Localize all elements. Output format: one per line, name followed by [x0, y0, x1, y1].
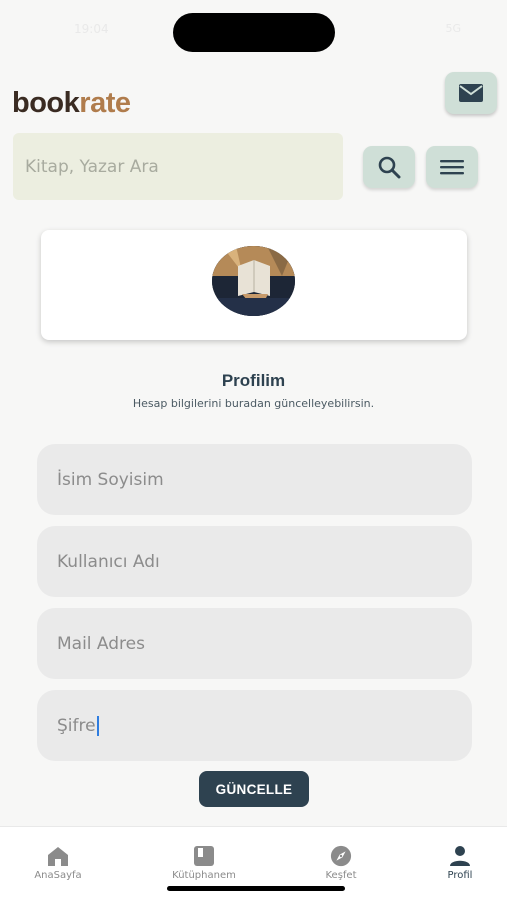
tab-profile-label: Profil	[447, 870, 473, 881]
search-placeholder: Kitap, Yazar Ara	[25, 156, 159, 177]
update-button[interactable]: GÜNCELLE	[199, 771, 309, 807]
tab-library[interactable]: Kütüphanem	[154, 845, 254, 881]
username-placeholder: Kullanıcı Adı	[57, 551, 160, 572]
mail-icon	[459, 84, 483, 102]
home-indicator	[167, 886, 345, 891]
avatar-image	[212, 246, 295, 316]
tab-discover-label: Keşfet	[325, 870, 357, 881]
avatar[interactable]	[212, 246, 295, 316]
home-icon	[48, 847, 68, 866]
status-signal: 5G	[445, 22, 461, 35]
compass-icon	[330, 845, 352, 867]
email-field[interactable]: Mail Adres	[37, 608, 472, 679]
app-logo: bookrate	[12, 84, 131, 122]
page-title: Profilim	[221, 371, 286, 390]
tab-profile[interactable]: Profil	[410, 845, 507, 881]
name-placeholder: İsim Soyisim	[57, 469, 164, 490]
menu-icon	[440, 160, 464, 175]
text-cursor	[96, 715, 99, 736]
password-field[interactable]: Şifre	[37, 690, 472, 761]
menu-button[interactable]	[426, 146, 478, 188]
name-field[interactable]: İsim Soyisim	[37, 444, 472, 515]
book-icon	[194, 846, 214, 866]
tab-home[interactable]: AnaSayfa	[8, 845, 108, 881]
status-time: 19:04	[74, 22, 109, 36]
search-button[interactable]	[363, 146, 415, 188]
tab-discover[interactable]: Keşfet	[291, 845, 391, 881]
person-icon	[450, 846, 470, 866]
dynamic-island	[173, 13, 335, 52]
logo-rate-text: rate	[79, 87, 131, 119]
password-placeholder: Şifre	[57, 715, 96, 736]
logo-book-text: book	[12, 87, 80, 119]
tab-library-label: Kütüphanem	[172, 870, 236, 881]
email-placeholder: Mail Adres	[57, 633, 145, 654]
page-subtitle: Hesap bilgilerini buradan güncelleyebili…	[132, 397, 375, 410]
tab-home-label: AnaSayfa	[34, 870, 82, 881]
avatar-card	[41, 230, 467, 340]
username-field[interactable]: Kullanıcı Adı	[37, 526, 472, 597]
search-input[interactable]: Kitap, Yazar Ara	[13, 133, 343, 200]
mail-button[interactable]	[445, 72, 497, 114]
search-icon	[378, 156, 401, 179]
